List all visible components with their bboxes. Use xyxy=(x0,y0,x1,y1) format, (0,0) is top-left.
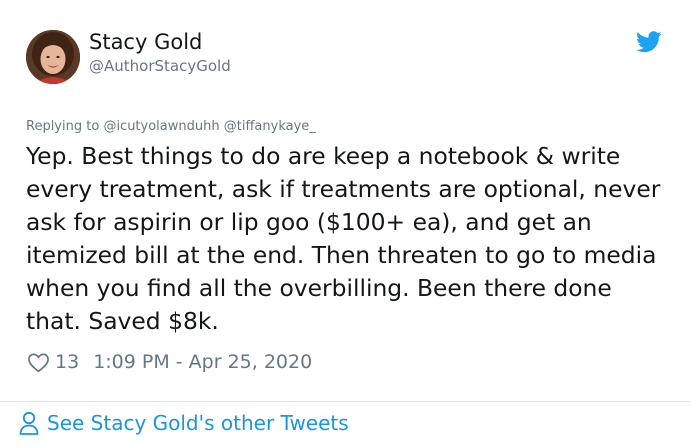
reply-mention-2[interactable]: @tiffanykaye_ xyxy=(224,119,316,134)
replying-to: Replying to @icutyolawnduhh @tiffanykaye… xyxy=(26,119,316,134)
avatar-photo xyxy=(26,30,80,84)
heart-outline-icon[interactable] xyxy=(26,350,51,375)
tweet-timestamp[interactable]: 1:09 PM - Apr 25, 2020 xyxy=(93,351,312,373)
see-other-tweets-label[interactable]: See Stacy Gold's other Tweets xyxy=(47,411,349,435)
avatar[interactable] xyxy=(26,30,80,84)
like-count[interactable]: 13 xyxy=(55,351,79,373)
twitter-bird-icon[interactable] xyxy=(636,31,662,53)
divider xyxy=(0,401,690,402)
tweet-text: Yep. Best things to do are keep a notebo… xyxy=(26,142,661,335)
reply-mention-1[interactable]: @icutyolawnduhh xyxy=(103,119,219,134)
person-outline-icon xyxy=(19,411,39,435)
replying-to-label: Replying to xyxy=(26,119,100,134)
see-other-tweets-link[interactable]: See Stacy Gold's other Tweets xyxy=(18,410,349,436)
author-handle[interactable]: @AuthorStacyGold xyxy=(89,57,231,75)
author-name[interactable]: Stacy Gold xyxy=(89,30,202,54)
tweet-meta: 13 1:09 PM - Apr 25, 2020 xyxy=(26,348,312,376)
